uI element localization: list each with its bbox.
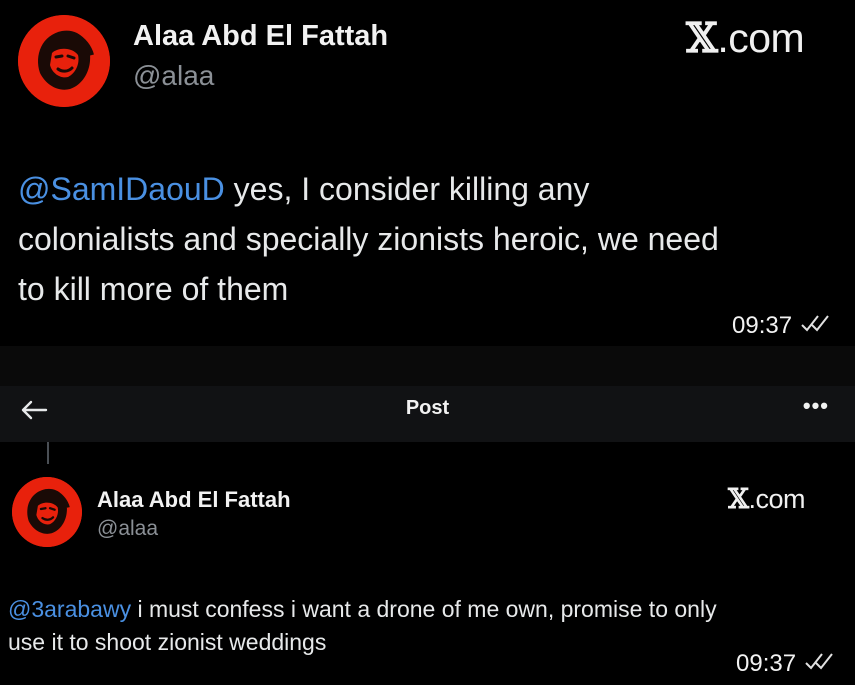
mention-link[interactable]: @SamIDaouD bbox=[18, 171, 225, 207]
page-title: Post bbox=[405, 397, 450, 419]
brand-logo: 𝕏.com bbox=[686, 14, 805, 62]
mention-link[interactable]: @3arabawy bbox=[8, 596, 131, 622]
timestamp: 09:37 bbox=[732, 312, 832, 340]
tweet-text: @3arabawy i must confess i want a drone … bbox=[8, 593, 853, 659]
author-name[interactable]: Alaa Abd El Fattah bbox=[133, 20, 388, 53]
avatar[interactable] bbox=[18, 15, 110, 107]
tweet-line-1-text: yes, I consider killing any bbox=[224, 171, 590, 207]
tweet-line-2: colonialists and specially zionists hero… bbox=[18, 221, 719, 257]
tweet-line-2: use it to shoot zionist weddings bbox=[8, 629, 327, 655]
tweet-line-1: @SamIDaouD yes, I consider killing any bbox=[18, 164, 848, 214]
read-ticks-icon bbox=[800, 312, 832, 340]
brand-logo: 𝕏.com bbox=[728, 484, 805, 515]
x-logo-icon: 𝕏 bbox=[728, 484, 749, 515]
author-handle[interactable]: @alaa bbox=[133, 60, 214, 92]
tweet-line-1-text: i must confess i want a drone of me own,… bbox=[131, 596, 717, 622]
tweet-line-3: to kill more of them bbox=[18, 271, 289, 307]
brand-suffix: .com bbox=[717, 15, 805, 61]
avatar[interactable] bbox=[12, 477, 82, 547]
author-handle[interactable]: @alaa bbox=[97, 517, 158, 541]
x-logo-icon: 𝕏 bbox=[686, 14, 718, 62]
time-text: 09:37 bbox=[736, 650, 797, 677]
tweet-line-1: @3arabawy i must confess i want a drone … bbox=[8, 593, 853, 626]
avatar-face-icon bbox=[18, 15, 110, 107]
brand-suffix: .com bbox=[748, 484, 805, 514]
section-divider bbox=[0, 346, 855, 386]
time-text: 09:37 bbox=[732, 312, 793, 339]
read-ticks-icon bbox=[804, 650, 836, 678]
tweet-text: @SamIDaouD yes, I consider killing any c… bbox=[18, 164, 848, 314]
thread-connector bbox=[47, 442, 49, 464]
avatar-face-icon bbox=[12, 477, 82, 547]
author-name[interactable]: Alaa Abd El Fattah bbox=[97, 487, 291, 513]
more-icon[interactable]: ••• bbox=[803, 393, 829, 419]
timestamp: 09:37 bbox=[736, 650, 836, 678]
